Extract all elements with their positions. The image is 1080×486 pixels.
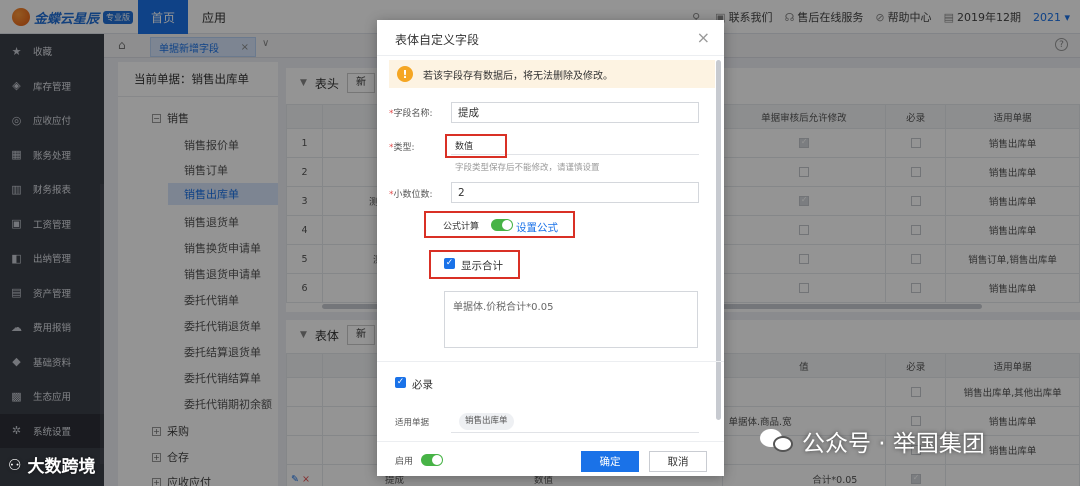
watermark-right-text: 公众号 · 举国集团	[802, 431, 985, 457]
section-divider	[377, 361, 724, 362]
set-formula-link[interactable]: 设置公式	[516, 220, 558, 235]
enable-label: 启用	[395, 457, 414, 467]
apply-doc-tag[interactable]: 销售出库单	[459, 413, 514, 430]
apply-docs-label: 适用单据	[395, 418, 430, 428]
custom-field-dialog: 表体自定义字段 × ! 若该字段存有数据后，将无法删除及修改。 *字段名称: 提…	[377, 20, 724, 476]
formula-calc-label: 公式计算	[443, 222, 480, 232]
label-text: 字段名称:	[393, 109, 433, 119]
field-name-input[interactable]: 提成	[451, 102, 699, 123]
field-name-label: *字段名称:	[389, 109, 433, 119]
required-checkbox[interactable]: ✓	[395, 377, 406, 388]
type-hint: 字段类型保存后不能修改，请谨慎设置	[455, 163, 600, 173]
warning-icon: !	[397, 66, 413, 82]
dialog-header: 表体自定义字段 ×	[377, 20, 724, 56]
enable-toggle[interactable]	[421, 454, 443, 466]
decimal-places-input[interactable]: 2	[451, 182, 699, 203]
label-text: 小数位数:	[393, 190, 433, 200]
confirm-button[interactable]: 确定	[581, 451, 639, 472]
cancel-button[interactable]: 取消	[649, 451, 707, 472]
required-label: 必录	[412, 379, 433, 391]
highlight-box-type	[445, 134, 507, 158]
close-icon[interactable]: ×	[697, 28, 710, 47]
label-text: 类型:	[393, 143, 415, 153]
decimal-label: *小数位数:	[389, 190, 433, 200]
formula-calc-toggle[interactable]	[491, 219, 513, 231]
show-total-label: 显示合计	[461, 260, 503, 272]
type-label: *类型:	[389, 143, 415, 153]
dialog-scrollbar[interactable]	[716, 60, 721, 420]
watermark-right: 公众号 · 举国集团	[760, 424, 985, 458]
dialog-title: 表体自定义字段	[395, 33, 480, 47]
apply-docs-underline	[451, 432, 699, 433]
warning-banner: ! 若该字段存有数据后，将无法删除及修改。	[389, 60, 715, 88]
formula-textarea[interactable]: 单据体.价税合计*0.05	[444, 291, 698, 348]
dialog-footer: 启用 确定 取消	[377, 441, 724, 476]
watermark-logo-icon: ⚇	[8, 455, 22, 474]
warning-text: 若该字段存有数据后，将无法删除及修改。	[423, 70, 613, 82]
show-total-checkbox[interactable]: ✓	[444, 258, 455, 269]
watermark-left-text: 大数跨境	[27, 457, 96, 477]
watermark-left: ⚇ 大数跨境	[8, 452, 96, 478]
wechat-icon	[760, 427, 794, 455]
